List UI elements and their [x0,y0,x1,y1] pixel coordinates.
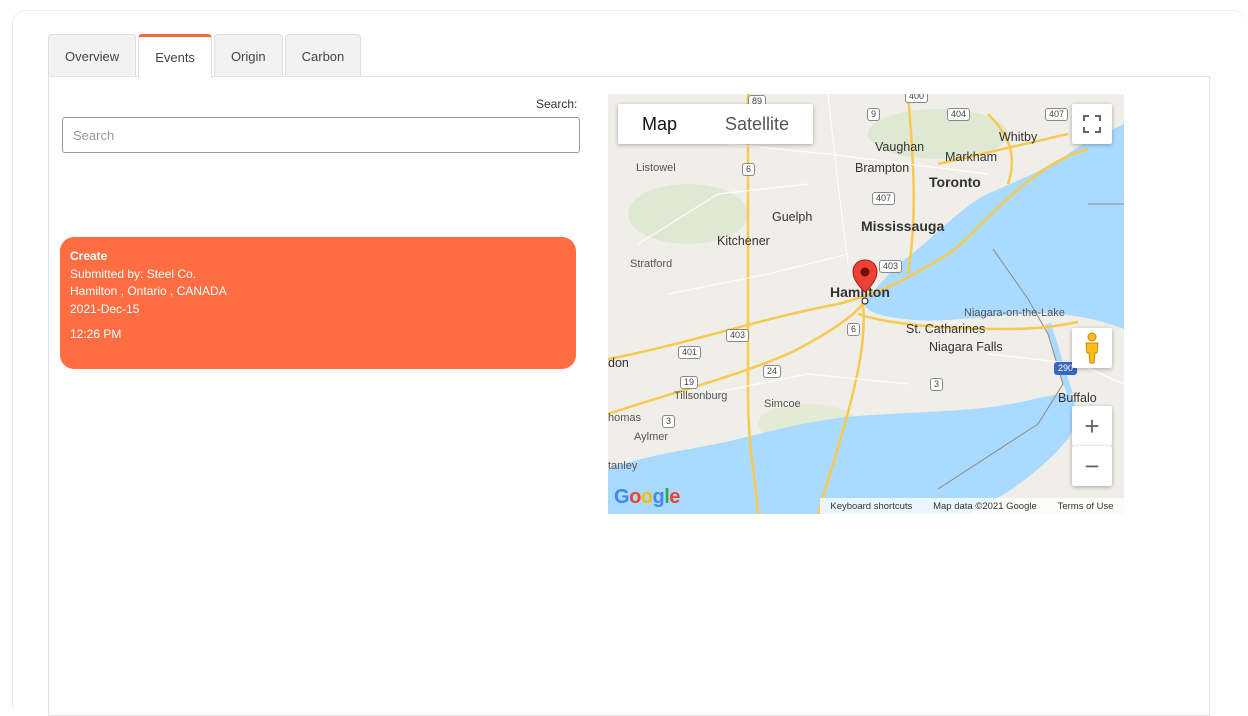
place-toronto: Toronto [929,174,981,190]
map-type-map-button[interactable]: Map [618,104,701,144]
place-niagara-falls: Niagara Falls [929,340,1003,354]
road-shield: 404 [947,108,971,121]
place-london: don [608,356,629,370]
fullscreen-icon [1083,115,1101,133]
road-shield: 3 [662,415,676,428]
event-type: Create [70,249,108,263]
event-submitter: Submitted by: Steel Co. [70,266,197,281]
place-guelph: Guelph [772,210,813,224]
road-shield: 24 [763,365,782,378]
place-brampton: Brampton [855,161,910,175]
place-vaughan: Vaughan [875,140,925,154]
road-shield: 3 [930,378,944,391]
fullscreen-button[interactable] [1072,104,1112,144]
place-tillsonburg: Tillsonburg [674,390,728,402]
event-date: 2021-Dec-15 [70,301,140,316]
event-time: 12:26 PM [70,327,122,341]
road-shield: 6 [847,323,861,336]
tab-origin[interactable]: Origin [213,34,283,77]
terms-of-use-link[interactable]: Terms of Use [1058,501,1114,512]
road-shield: 9 [867,108,881,121]
place-port-stanley: tanley [608,460,638,472]
road-shield: 6 [742,163,756,176]
google-logo: Google [614,486,680,508]
tab-carbon[interactable]: Carbon [284,34,362,77]
tab-events[interactable]: Events [138,34,212,78]
place-stratford: Stratford [630,258,673,270]
place-st-catharines: St. Catharines [906,322,986,336]
map-footer: Keyboard shortcuts Map data ©2021 Google… [820,498,1124,514]
place-niagara-on-the-lake: Niagara-on-the-Lake [964,307,1065,319]
road-shield: 403 [879,260,903,273]
map-data-attribution: Map data ©2021 Google [933,500,1037,512]
street-view-button[interactable] [1072,328,1112,368]
map-type-satellite-button[interactable]: Satellite [701,104,813,144]
road-shield: 401 [678,346,702,359]
road-shield: 407 [1045,108,1069,121]
map-type-control: Map Satellite [618,104,814,144]
place-mississauga: Mississauga [861,218,945,234]
place-markham: Markham [945,150,998,164]
event-card[interactable]: Create Submitted by: Steel Co. Hamilton … [60,237,576,369]
place-buffalo: Buffalo [1058,391,1097,405]
place-listowel: Listowel [636,162,676,174]
map-view[interactable]: Toronto Mississauga Hamilton Brampton Va… [608,94,1124,514]
place-whitby: Whitby [999,130,1038,144]
road-shield: 407 [872,192,896,205]
road-shield: 19 [680,376,699,389]
tab-overview[interactable]: Overview [48,34,137,77]
search-input[interactable] [62,117,580,153]
zoom-in-button[interactable]: + [1072,406,1112,446]
place-kitchener: Kitchener [717,234,770,248]
tab-bar: Overview Events Origin Carbon [48,34,363,78]
search-label: Search: [536,97,578,111]
location-marker-icon[interactable] [851,258,879,306]
road-shield: 400 [905,94,929,103]
zoom-out-button[interactable]: − [1072,446,1112,486]
place-aylmer: Aylmer [634,431,669,443]
road-shield: 403 [726,329,750,342]
place-simcoe: Simcoe [764,398,801,410]
pegman-icon [1085,332,1099,364]
event-location: Hamilton , Ontario , CANADA [70,284,227,298]
place-st-thomas: homas [608,412,642,424]
keyboard-shortcuts-link[interactable]: Keyboard shortcuts [830,501,912,512]
